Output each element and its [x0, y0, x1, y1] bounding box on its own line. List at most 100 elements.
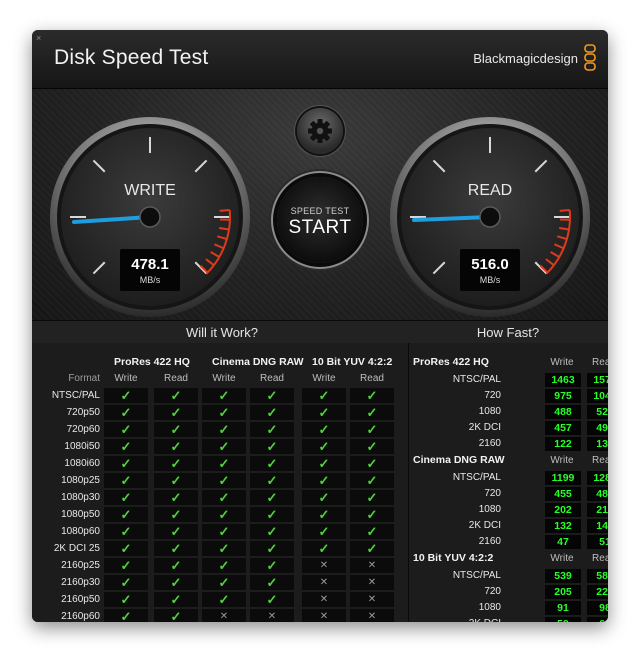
compatibility-cell: ✓	[104, 524, 148, 539]
compatibility-cell: ✓	[302, 388, 346, 403]
compatibility-cell: ✓	[104, 507, 148, 522]
checkmark-icon: ✓	[120, 456, 132, 471]
start-button-label: START	[288, 217, 352, 238]
read-fps-value: 1573	[587, 373, 608, 387]
checkmark-icon: ✓	[366, 524, 378, 539]
will-column-header: Read	[360, 373, 384, 384]
compatibility-cell: ✓	[250, 473, 294, 488]
read-fps-value: 580	[587, 569, 608, 583]
cross-icon: ✕	[267, 610, 277, 622]
format-label: 2K DCI 25	[53, 543, 100, 554]
compatibility-cell: ✓	[250, 592, 294, 607]
checkmark-icon: ✓	[266, 541, 278, 556]
checkmark-icon: ✓	[120, 558, 132, 573]
read-fps-value: 524	[587, 405, 608, 419]
results-area: ProRes 422 HQ Write Read Cinema DNG RAW Writ…	[32, 343, 608, 622]
how-fast-title: How Fast?	[476, 325, 540, 340]
resolution-label: 2160	[478, 536, 501, 547]
compatibility-cell: ✓	[302, 405, 346, 420]
resolution-label: 1080	[478, 602, 501, 613]
write-gauge-label: WRITE	[124, 182, 176, 199]
compatibility-cell: ✓	[202, 439, 246, 454]
checkmark-icon: ✓	[318, 473, 330, 488]
write-speed-readout: 478.1 MB/s	[120, 249, 180, 291]
checkmark-icon: ✓	[318, 422, 330, 437]
checkmark-icon: ✓	[120, 575, 132, 590]
checkmark-icon: ✓	[366, 456, 378, 471]
checkmark-icon: ✓	[120, 422, 132, 437]
checkmark-icon: ✓	[266, 405, 278, 420]
compatibility-cell: ✓	[202, 575, 246, 590]
format-label: 1080p60	[61, 526, 100, 537]
close-button[interactable]: ×	[36, 34, 45, 43]
will-group-header: 10 Bit YUV 4:2:2	[312, 356, 393, 368]
brand-name: Blackmagicdesign	[473, 51, 578, 66]
format-label: 1080i60	[64, 458, 100, 469]
checkmark-icon: ✓	[218, 456, 230, 471]
read-fps-value: 142	[587, 519, 608, 533]
write-fps-value: 1463	[545, 373, 581, 387]
compatibility-cell: ✓	[154, 456, 198, 471]
settings-button[interactable]	[297, 108, 343, 154]
cross-icon: ✕	[367, 610, 377, 622]
checkmark-icon: ✓	[266, 558, 278, 573]
checkmark-icon: ✓	[170, 609, 182, 622]
checkmark-icon: ✓	[120, 609, 132, 622]
write-fps-value: 975	[545, 389, 581, 403]
will-group-header: ProRes 422 HQ	[114, 356, 190, 368]
write-fps-value: 122	[545, 437, 581, 451]
compatibility-cell: ✓	[350, 524, 394, 539]
format-label: 720p60	[66, 424, 100, 435]
checkmark-icon: ✓	[366, 541, 378, 556]
checkmark-icon: ✓	[170, 388, 182, 403]
compatibility-cell: ✓	[104, 405, 148, 420]
write-fps-value: 539	[545, 569, 581, 583]
write-speed-unit: MB/s	[139, 275, 161, 285]
checkmark-icon: ✓	[218, 575, 230, 590]
checkmark-icon: ✓	[266, 490, 278, 505]
checkmark-icon: ✓	[170, 439, 182, 454]
checkmark-icon: ✓	[170, 507, 182, 522]
checkmark-icon: ✓	[170, 541, 182, 556]
compatibility-cell: ✓	[250, 405, 294, 420]
resolution-label: 720	[484, 488, 501, 499]
checkmark-icon: ✓	[366, 405, 378, 420]
how-fast-table: ProRes 422 HQ Write Read NTSC/PAL 1463 1573 72…	[408, 343, 608, 622]
checkmark-icon: ✓	[366, 507, 378, 522]
checkmark-icon: ✓	[318, 490, 330, 505]
cross-icon: ✕	[219, 610, 229, 622]
resolution-label: 720	[484, 390, 501, 401]
compatibility-cell: ✓	[202, 456, 246, 471]
read-gauge-redline-tick	[559, 209, 570, 212]
write-fps-value: 457	[545, 421, 581, 435]
compatibility-cell: ✓	[154, 473, 198, 488]
compatibility-cell: ✓	[202, 524, 246, 539]
checkmark-icon: ✓	[218, 558, 230, 573]
compatibility-cell: ✓	[350, 490, 394, 505]
write-fps-value: 202	[545, 503, 581, 517]
checkmark-icon: ✓	[218, 592, 230, 607]
write-fps-value: 59	[545, 617, 581, 622]
compatibility-cell: ✓	[202, 405, 246, 420]
resolution-label: 720	[484, 586, 501, 597]
read-fps-value: 1048	[587, 389, 608, 403]
checkmark-icon: ✓	[366, 439, 378, 454]
checkmark-icon: ✓	[170, 456, 182, 471]
format-label: NTSC/PAL	[51, 390, 100, 401]
checkmark-icon: ✓	[170, 558, 182, 573]
compatibility-cell: ✕	[250, 609, 294, 622]
cross-icon: ✕	[367, 593, 377, 605]
checkmark-icon: ✓	[366, 388, 378, 403]
compatibility-cell: ✓	[104, 439, 148, 454]
compatibility-cell: ✓	[202, 507, 246, 522]
cross-icon: ✕	[319, 610, 329, 622]
will-column-header: Write	[312, 373, 336, 384]
speed-test-start-button[interactable]: SPEED TEST START	[277, 177, 363, 263]
write-fps-value: 91	[545, 601, 581, 615]
will-group-header: Cinema DNG RAW	[212, 356, 304, 368]
compatibility-cell: ✓	[202, 541, 246, 556]
compatibility-cell: ✓	[250, 388, 294, 403]
checkmark-icon: ✓	[266, 575, 278, 590]
compatibility-cell: ✓	[104, 575, 148, 590]
resolution-label: 2K DCI	[409, 618, 501, 622]
